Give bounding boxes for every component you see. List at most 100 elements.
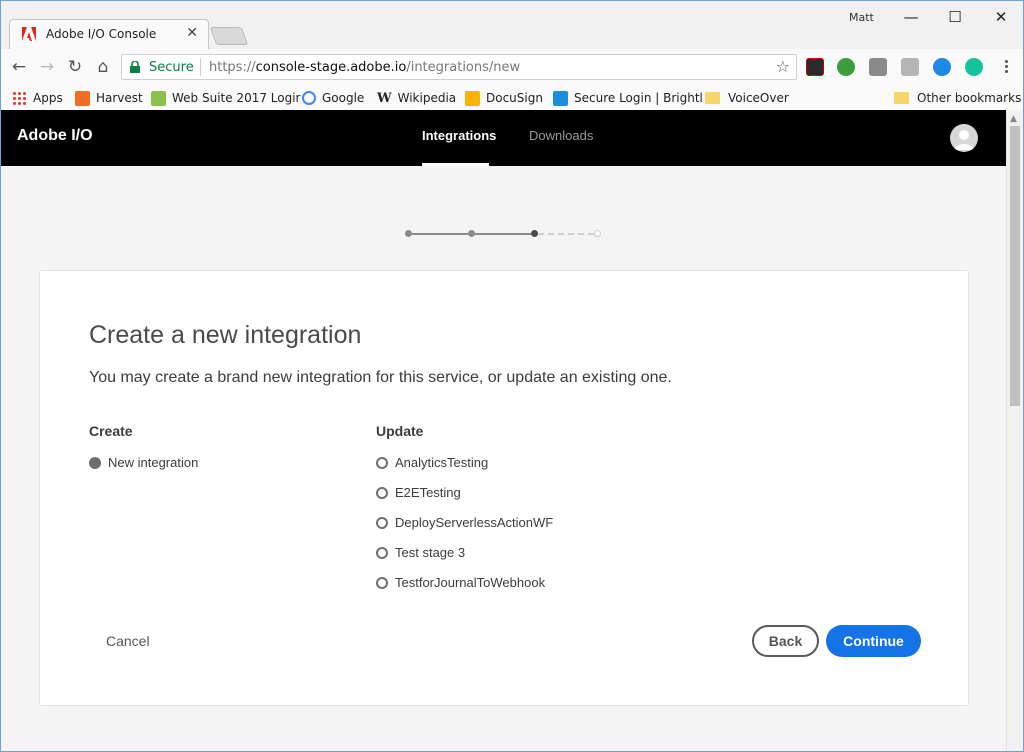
url-host: console-stage.adobe.io: [255, 60, 407, 75]
user-avatar-icon: [954, 130, 974, 150]
close-window-icon[interactable]: ✕: [979, 5, 1023, 29]
bookmark-harvest[interactable]: Harvest: [75, 89, 143, 107]
apps-grid-icon: [12, 90, 27, 106]
bookmark-label: Harvest: [96, 91, 143, 105]
tab-title: Adobe I/O Console: [46, 27, 157, 41]
url-path: /integrations/new: [406, 60, 521, 75]
step-line-pending: [538, 233, 594, 235]
radio-update-option[interactable]: Test stage 3: [376, 545, 465, 560]
nav-downloads[interactable]: Downloads: [529, 128, 593, 143]
bookmark-label: Web Suite 2017 Logir: [172, 91, 301, 105]
reload-icon[interactable]: ↻: [64, 56, 86, 78]
radio-selected-icon[interactable]: [89, 456, 101, 469]
checkmark-extension-icon[interactable]: [837, 58, 855, 76]
step-dot-completed: [468, 230, 475, 237]
circle-extension-icon[interactable]: [933, 58, 951, 76]
adobe-logo-icon: [22, 27, 36, 41]
create-heading: Create: [89, 423, 133, 439]
step-dot-current: [531, 230, 538, 237]
page-content: Adobe I/O Integrations Downloads Create …: [1, 110, 1006, 751]
profile-name[interactable]: Matt: [849, 11, 874, 24]
radio-unselected-icon[interactable]: [376, 456, 388, 469]
radio-unselected-icon[interactable]: [376, 546, 388, 559]
continue-button[interactable]: Continue: [826, 625, 921, 657]
url-scheme: https://: [209, 60, 256, 75]
browser-tab[interactable]: Adobe I/O Console ✕: [9, 19, 209, 49]
update-heading: Update: [376, 423, 424, 439]
url-text: https://console-stage.adobe.io/integrati…: [209, 60, 520, 75]
bookmark-label: Google: [322, 91, 365, 105]
radio-label: DeployServerlessActionWF: [395, 515, 554, 530]
bookmark-web-suite[interactable]: Web Suite 2017 Logir: [151, 89, 301, 107]
new-tab-button[interactable]: [209, 27, 249, 45]
app-brand[interactable]: Adobe I/O: [17, 127, 93, 145]
bookmark-label: Wikipedia: [397, 91, 457, 105]
maximize-icon[interactable]: ☐: [933, 5, 977, 29]
step-line-completed: [412, 233, 468, 235]
nav-active-indicator: [422, 163, 489, 166]
user-avatar[interactable]: [950, 124, 978, 152]
bookmark-google[interactable]: Google: [302, 89, 364, 107]
secure-label: Secure: [149, 60, 194, 75]
radio-new-integration[interactable]: New integration: [89, 455, 198, 470]
other-bookmarks[interactable]: Other bookmarks: [894, 89, 1021, 107]
forward-arrow-icon[interactable]: →: [36, 56, 58, 78]
wizard-stepper: [405, 227, 605, 239]
radio-label: E2ETesting: [395, 485, 461, 500]
bookmark-voiceover[interactable]: VoiceOver: [705, 89, 789, 107]
radio-update-option[interactable]: DeployServerlessActionWF: [376, 515, 553, 530]
radio-unselected-icon[interactable]: [376, 576, 388, 589]
brightcove-icon: [553, 90, 568, 106]
page-scrollbar[interactable]: ▲: [1006, 110, 1022, 751]
page-title: Create a new integration: [89, 321, 362, 349]
url-separator: [200, 58, 201, 76]
scroll-up-icon[interactable]: ▲: [1010, 114, 1017, 124]
radio-label: New integration: [108, 455, 199, 470]
other-bookmarks-label: Other bookmarks: [917, 91, 1022, 105]
cancel-button[interactable]: Cancel: [106, 633, 150, 649]
grammarly-extension-icon[interactable]: [965, 58, 983, 76]
back-button[interactable]: Back: [752, 625, 819, 657]
step-dot-pending: [594, 230, 601, 237]
scrollbar-thumb[interactable]: [1010, 126, 1020, 406]
bookmark-docusign[interactable]: DocuSign: [465, 89, 543, 107]
bookmark-label: Apps: [33, 91, 63, 105]
bookmarks-bar: Apps Harvest Web Suite 2017 Logir Google…: [1, 85, 1023, 111]
bookmark-label: DocuSign: [486, 91, 543, 105]
folder-icon: [705, 92, 720, 104]
radio-unselected-icon[interactable]: [376, 486, 388, 499]
bookmark-brightcove[interactable]: Secure Login | Brightl: [553, 89, 703, 107]
radio-label: TestforJournalToWebhook: [395, 575, 546, 590]
bookmark-apps[interactable]: Apps: [12, 89, 63, 107]
step-line-completed: [475, 233, 531, 235]
google-icon: [302, 91, 316, 105]
wikipedia-icon: W: [377, 90, 392, 106]
browser-menu-icon[interactable]: [1003, 58, 1009, 76]
q-extension-icon[interactable]: [901, 58, 919, 76]
lock-icon: [130, 61, 140, 73]
folder-icon: [894, 92, 909, 104]
address-bar[interactable]: Secure https://console-stage.adobe.io/in…: [121, 54, 797, 80]
bookmark-wikipedia[interactable]: W Wikipedia: [377, 89, 456, 107]
back-arrow-icon[interactable]: ←: [8, 56, 30, 78]
radio-update-option[interactable]: E2ETesting: [376, 485, 461, 500]
radio-update-option[interactable]: AnalyticsTesting: [376, 455, 488, 470]
minimize-icon[interactable]: —: [889, 5, 933, 29]
bookmark-star-icon[interactable]: ☆: [776, 57, 790, 76]
shield-extension-icon[interactable]: [869, 58, 887, 76]
radio-label: Test stage 3: [395, 545, 466, 560]
integration-card: Create a new integration You may create …: [39, 270, 969, 706]
bookmark-label: VoiceOver: [728, 91, 789, 105]
harvest-icon: [75, 90, 90, 106]
radio-label: AnalyticsTesting: [395, 455, 489, 470]
app-header: Adobe I/O Integrations Downloads: [1, 110, 1006, 166]
web-suite-icon: [151, 90, 166, 106]
nav-integrations[interactable]: Integrations: [422, 128, 496, 143]
home-icon[interactable]: ⌂: [92, 56, 114, 78]
acrobat-extension-icon[interactable]: [806, 58, 824, 76]
radio-update-option[interactable]: TestforJournalToWebhook: [376, 575, 545, 590]
tab-close-icon[interactable]: ✕: [186, 25, 198, 41]
title-bar: Adobe I/O Console ✕ Matt — ☐ ✕: [1, 1, 1023, 49]
radio-unselected-icon[interactable]: [376, 516, 388, 529]
page-subtitle: You may create a brand new integration f…: [89, 369, 672, 386]
